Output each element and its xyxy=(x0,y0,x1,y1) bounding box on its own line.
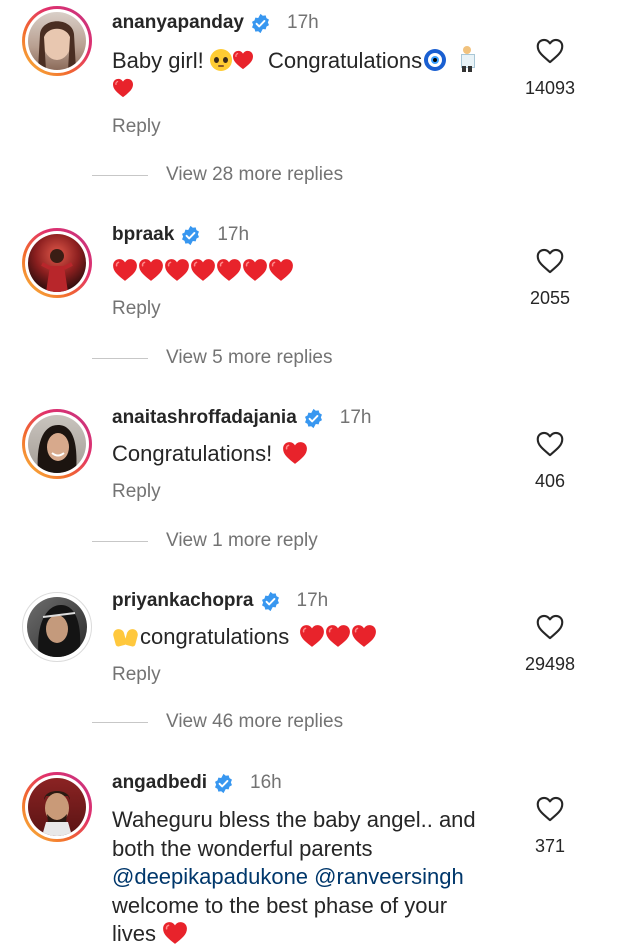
red-heart-icon xyxy=(216,258,242,282)
username[interactable]: angadbedi xyxy=(112,772,207,794)
timestamp: 17h xyxy=(287,12,319,33)
reply-button[interactable]: Reply xyxy=(112,298,161,320)
like-count: 14093 xyxy=(524,78,576,98)
comment-text: Baby girl! Congratulations xyxy=(112,46,512,103)
username[interactable]: bpraak xyxy=(112,224,174,246)
divider-line xyxy=(92,174,148,176)
like-control: 406 xyxy=(520,431,580,492)
timestamp: 17h xyxy=(339,407,372,428)
pleading-face-icon xyxy=(209,49,232,71)
comment-text: Congratulations! xyxy=(112,440,512,468)
red-heart-icon xyxy=(351,624,377,648)
comment-text xyxy=(112,258,512,287)
red-heart-icon xyxy=(190,258,216,282)
like-heart-icon[interactable] xyxy=(536,38,564,64)
like-control: 2055 xyxy=(520,248,580,309)
verified-icon xyxy=(180,225,201,246)
red-heart-icon xyxy=(325,624,351,648)
comment-line: lives xyxy=(112,921,157,946)
like-count: 406 xyxy=(534,471,566,491)
verified-icon xyxy=(260,591,281,612)
view-more-replies[interactable]: View 28 more replies xyxy=(92,164,343,186)
like-count: 2055 xyxy=(529,288,571,308)
like-count: 371 xyxy=(534,836,566,856)
reply-button[interactable]: Reply xyxy=(112,116,161,138)
username[interactable]: priyankachopra xyxy=(112,590,254,612)
like-count: 29498 xyxy=(524,654,576,674)
verified-icon xyxy=(303,408,324,429)
like-control: 29498 xyxy=(520,614,580,675)
comment-line: both the wonderful parents xyxy=(112,835,373,861)
raising-hands-icon xyxy=(111,625,140,648)
red-heart-icon xyxy=(299,624,325,648)
view-more-label: View 5 more replies xyxy=(166,347,333,368)
view-more-replies[interactable]: View 1 more reply xyxy=(92,530,318,552)
comment-text: congratulations xyxy=(111,623,512,651)
timestamp: 16h xyxy=(250,772,282,793)
red-heart-icon xyxy=(112,78,134,98)
verified-icon xyxy=(213,773,234,794)
red-heart-icon xyxy=(112,258,138,282)
red-heart-icon xyxy=(282,441,308,465)
red-heart-icon xyxy=(268,258,294,282)
avatar[interactable] xyxy=(22,772,92,842)
comment-line: Waheguru bless the baby angel.. and xyxy=(112,807,476,832)
avatar[interactable] xyxy=(22,6,92,76)
view-more-label: View 28 more replies xyxy=(166,164,344,185)
mention-link[interactable]: @deepikapadukone xyxy=(112,864,308,889)
view-more-label: View 1 more reply xyxy=(166,530,318,551)
doctor-icon xyxy=(458,46,476,72)
red-heart-icon xyxy=(164,258,190,282)
divider-line xyxy=(92,357,148,359)
like-heart-icon[interactable] xyxy=(536,431,564,457)
mention-link[interactable]: @ranveersingh xyxy=(314,864,464,889)
timestamp: 17h xyxy=(296,590,329,611)
comment-text: Waheguru bless the baby angel.. and both… xyxy=(112,806,532,949)
reply-button[interactable]: Reply xyxy=(112,664,161,686)
verified-icon xyxy=(250,13,271,34)
divider-line xyxy=(92,721,148,723)
nazar-amulet-icon xyxy=(424,49,447,71)
like-control: 14093 xyxy=(520,38,580,99)
like-heart-icon[interactable] xyxy=(536,614,564,640)
red-heart-icon xyxy=(242,258,268,282)
username[interactable]: ananyapanday xyxy=(112,12,244,34)
reply-button[interactable]: Reply xyxy=(112,481,161,503)
timestamp: 17h xyxy=(217,224,250,245)
red-heart-icon xyxy=(138,258,164,282)
view-more-replies[interactable]: View 5 more replies xyxy=(92,347,333,369)
username[interactable]: anaitashroffadajania xyxy=(112,407,297,429)
red-heart-icon xyxy=(232,50,254,70)
red-heart-icon xyxy=(162,921,188,945)
like-heart-icon[interactable] xyxy=(536,796,564,822)
avatar[interactable] xyxy=(22,592,92,662)
divider-line xyxy=(92,540,148,542)
like-heart-icon[interactable] xyxy=(536,248,564,274)
avatar[interactable] xyxy=(22,409,92,479)
view-more-replies[interactable]: View 46 more replies xyxy=(92,711,343,733)
view-more-label: View 46 more replies xyxy=(166,711,344,732)
like-control: 371 xyxy=(520,796,580,857)
avatar[interactable] xyxy=(22,228,92,298)
comment-line: welcome to the best phase of your xyxy=(112,892,448,918)
